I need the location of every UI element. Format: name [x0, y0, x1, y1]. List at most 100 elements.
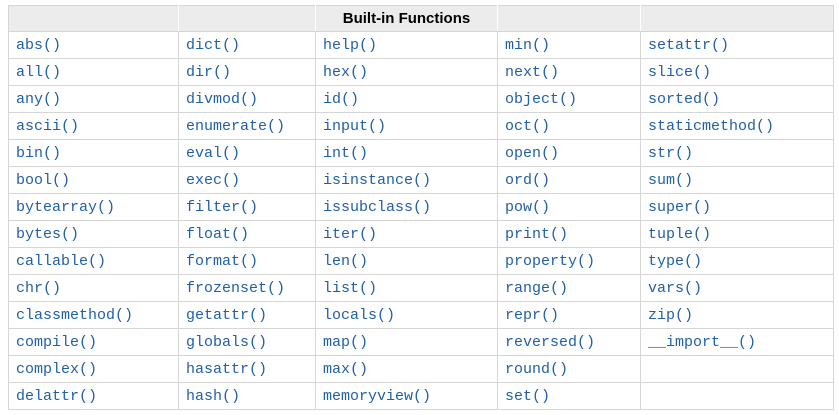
function-link[interactable]: min() — [505, 37, 550, 54]
function-link[interactable]: ascii() — [16, 118, 79, 135]
function-link[interactable]: list() — [323, 280, 377, 297]
function-link[interactable]: sorted() — [648, 91, 720, 108]
function-link[interactable]: round() — [505, 361, 568, 378]
function-link[interactable]: type() — [648, 253, 702, 270]
table-cell: exec() — [178, 166, 316, 194]
function-link[interactable]: iter() — [323, 226, 377, 243]
table-cell: format() — [178, 247, 316, 275]
function-link[interactable]: frozenset() — [186, 280, 285, 297]
table-cell: set() — [497, 382, 641, 410]
function-link[interactable]: object() — [505, 91, 577, 108]
function-link[interactable]: reversed() — [505, 334, 595, 351]
table-row: bool() exec() isinstance() ord() sum() — [8, 166, 834, 194]
header-cell-empty-5 — [640, 5, 834, 32]
function-link[interactable]: pow() — [505, 199, 550, 216]
table-cell: filter() — [178, 193, 316, 221]
function-link[interactable]: chr() — [16, 280, 61, 297]
table-cell: all() — [8, 58, 179, 86]
table-cell: hex() — [315, 58, 498, 86]
table-cell: eval() — [178, 139, 316, 167]
function-link[interactable]: property() — [505, 253, 595, 270]
header-cell-empty-1 — [8, 5, 179, 32]
table-row: bytes() float() iter() print() tuple() — [8, 220, 834, 248]
table-header-row: Built-in Functions — [8, 5, 834, 32]
table-row: any() divmod() id() object() sorted() — [8, 85, 834, 113]
function-link[interactable]: print() — [505, 226, 568, 243]
function-link[interactable]: max() — [323, 361, 368, 378]
function-link[interactable]: getattr() — [186, 307, 267, 324]
table-cell: vars() — [640, 274, 834, 302]
function-link[interactable]: complex() — [16, 361, 97, 378]
table-cell: reversed() — [497, 328, 641, 356]
function-link[interactable]: compile() — [16, 334, 97, 351]
table-cell: callable() — [8, 247, 179, 275]
function-link[interactable]: divmod() — [186, 91, 258, 108]
function-link[interactable]: delattr() — [16, 388, 97, 405]
function-link[interactable]: issubclass() — [323, 199, 431, 216]
table-cell: __import__() — [640, 328, 834, 356]
table-row: delattr() hash() memoryview() set() — [8, 382, 834, 410]
function-link[interactable]: classmethod() — [16, 307, 133, 324]
table-cell: max() — [315, 355, 498, 383]
function-link[interactable]: repr() — [505, 307, 559, 324]
function-link[interactable]: input() — [323, 118, 386, 135]
function-link[interactable]: setattr() — [648, 37, 729, 54]
function-link[interactable]: dir() — [186, 64, 231, 81]
function-link[interactable]: locals() — [323, 307, 395, 324]
table-cell: issubclass() — [315, 193, 498, 221]
table-cell: id() — [315, 85, 498, 113]
function-link[interactable]: sum() — [648, 172, 693, 189]
function-link[interactable]: hasattr() — [186, 361, 267, 378]
header-cell-empty-2 — [178, 5, 316, 32]
table-cell: ord() — [497, 166, 641, 194]
function-link[interactable]: super() — [648, 199, 711, 216]
function-link[interactable]: tuple() — [648, 226, 711, 243]
function-link[interactable]: ord() — [505, 172, 550, 189]
function-link[interactable]: __import__() — [648, 334, 756, 351]
function-link[interactable]: callable() — [16, 253, 106, 270]
function-link[interactable]: bin() — [16, 145, 61, 162]
function-link[interactable]: globals() — [186, 334, 267, 351]
function-link[interactable]: slice() — [648, 64, 711, 81]
function-link[interactable]: eval() — [186, 145, 240, 162]
function-link[interactable]: bytes() — [16, 226, 79, 243]
function-link[interactable]: str() — [648, 145, 693, 162]
table-cell: round() — [497, 355, 641, 383]
function-link[interactable]: float() — [186, 226, 249, 243]
function-link[interactable]: set() — [505, 388, 550, 405]
function-link[interactable]: hash() — [186, 388, 240, 405]
table-cell: compile() — [8, 328, 179, 356]
function-link[interactable]: vars() — [648, 280, 702, 297]
function-link[interactable]: bytearray() — [16, 199, 115, 216]
table-cell: len() — [315, 247, 498, 275]
function-link[interactable]: id() — [323, 91, 359, 108]
function-link[interactable]: format() — [186, 253, 258, 270]
function-link[interactable]: filter() — [186, 199, 258, 216]
function-link[interactable]: hex() — [323, 64, 368, 81]
function-link[interactable]: next() — [505, 64, 559, 81]
function-link[interactable]: zip() — [648, 307, 693, 324]
table-cell: next() — [497, 58, 641, 86]
table-cell: chr() — [8, 274, 179, 302]
table-cell: abs() — [8, 31, 179, 59]
function-link[interactable]: staticmethod() — [648, 118, 774, 135]
function-link[interactable]: bool() — [16, 172, 70, 189]
table-cell: range() — [497, 274, 641, 302]
table-cell: slice() — [640, 58, 834, 86]
function-link[interactable]: any() — [16, 91, 61, 108]
function-link[interactable]: range() — [505, 280, 568, 297]
function-link[interactable]: isinstance() — [323, 172, 431, 189]
function-link[interactable]: exec() — [186, 172, 240, 189]
table-cell: bytes() — [8, 220, 179, 248]
function-link[interactable]: map() — [323, 334, 368, 351]
function-link[interactable]: all() — [16, 64, 61, 81]
function-link[interactable]: help() — [323, 37, 377, 54]
function-link[interactable]: dict() — [186, 37, 240, 54]
function-link[interactable]: len() — [323, 253, 368, 270]
function-link[interactable]: open() — [505, 145, 559, 162]
function-link[interactable]: int() — [323, 145, 368, 162]
function-link[interactable]: abs() — [16, 37, 61, 54]
function-link[interactable]: oct() — [505, 118, 550, 135]
function-link[interactable]: memoryview() — [323, 388, 431, 405]
function-link[interactable]: enumerate() — [186, 118, 285, 135]
